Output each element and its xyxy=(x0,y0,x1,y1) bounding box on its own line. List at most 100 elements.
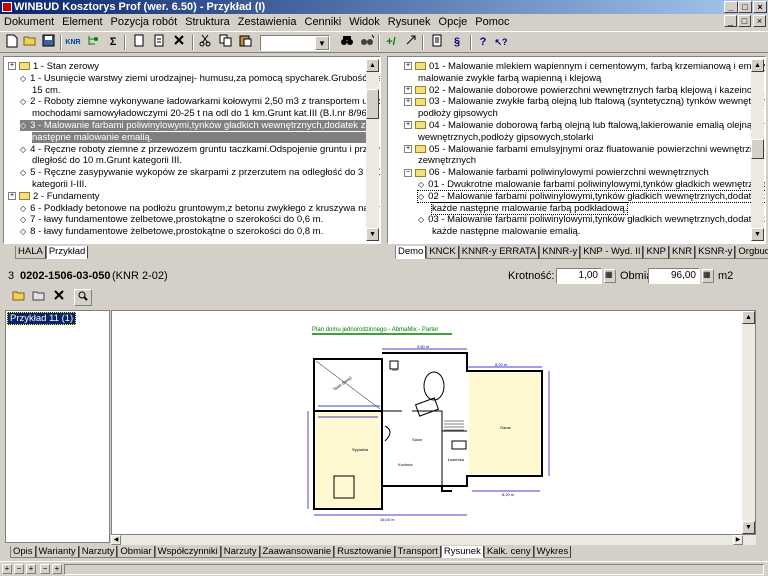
menu-dokument[interactable]: Dokument xyxy=(0,14,58,30)
chevron-down-icon[interactable]: ▼ xyxy=(315,36,329,50)
paragraph-icon[interactable]: § xyxy=(448,34,466,51)
tree-row[interactable]: 15 cm. xyxy=(32,85,61,96)
scroll-up-icon[interactable]: ▲ xyxy=(366,59,379,72)
tree-row[interactable]: wewnętrznych,podłoży gipsowych,stolarki xyxy=(418,132,593,143)
scroll-down-icon[interactable]: ▼ xyxy=(751,228,764,241)
tab-kalk-ceny[interactable]: Kalk. ceny xyxy=(483,546,534,558)
copy-icon[interactable] xyxy=(216,34,234,51)
left-vertical-scrollbar[interactable]: ▲ ▼ xyxy=(366,59,379,241)
expand-icon[interactable]: + xyxy=(26,564,36,574)
tree-row[interactable]: ◇ 4 - Ręczne roboty ziemne z przewozem gr… xyxy=(20,144,380,155)
tab-zaawansowanie[interactable]: Zaawansowanie xyxy=(259,546,335,558)
tab-knp[interactable]: KNP xyxy=(643,246,670,259)
close-button[interactable]: × xyxy=(753,1,767,13)
tree-row[interactable]: każde następne malowanie farbą podkładow… xyxy=(430,201,629,215)
tab-transport[interactable]: Transport xyxy=(394,546,441,558)
expand-icon[interactable]: + xyxy=(8,192,16,201)
tree-row[interactable]: +04 - Malowanie doborową farbą olejną lu… xyxy=(404,120,765,131)
tree-row[interactable]: +03 - Malowanie zwykłe farbą olejną lub … xyxy=(404,96,765,107)
pin-icon[interactable] xyxy=(402,34,420,51)
mdi-restore-button[interactable]: □ xyxy=(738,15,751,27)
tree-row[interactable]: podłoży gipsowych xyxy=(418,108,498,119)
collapse-icon[interactable]: − xyxy=(14,564,24,574)
expand-icon[interactable]: + xyxy=(404,86,412,95)
context-help-icon[interactable]: ↖? xyxy=(492,34,510,51)
scroll-up-icon[interactable]: ▲ xyxy=(742,311,755,324)
tab-narzuty-2[interactable]: Narzuty xyxy=(220,546,260,558)
tree-structure-icon[interactable] xyxy=(84,34,102,51)
obmiar-field[interactable]: 96,00 xyxy=(648,268,700,284)
menu-cenniki[interactable]: Cenniki xyxy=(301,14,346,30)
expand-icon[interactable]: + xyxy=(404,145,412,154)
new-document-icon[interactable] xyxy=(3,34,21,51)
scroll-right-icon[interactable]: ▶ xyxy=(733,535,743,545)
tab-wspolczynniki[interactable]: Współczynniki xyxy=(154,546,221,558)
tree-row[interactable]: malowanie zwykłe farbą wapienną i klejow… xyxy=(418,73,601,84)
tree-row[interactable]: ◇ 7 - ławy fundamentowe żelbetowe,prostok… xyxy=(20,214,323,225)
tree-row[interactable]: mochodami samowyładowczymi 20-25 t na od… xyxy=(32,108,370,119)
copy-page-icon[interactable] xyxy=(130,34,148,51)
tree-row[interactable]: kategorii I-III. xyxy=(32,179,87,190)
tree-row[interactable]: ◇ 2 - Roboty ziemne wykonywane ładowarkam… xyxy=(20,96,380,107)
calc-icon[interactable]: ▦ xyxy=(702,269,714,283)
tree-row[interactable]: +05 - Malowanie farbami emulsyjnymi oraz… xyxy=(404,144,765,155)
tree-row[interactable]: ◇ 01 - Dwukrotne malowanie farbami poliwi… xyxy=(418,179,765,190)
tree-row[interactable]: +2 - Fundamenty xyxy=(8,191,100,202)
cut-scissors-icon[interactable] xyxy=(196,34,214,51)
tab-knr[interactable]: KNR xyxy=(669,246,696,259)
canvas-horizontal-scrollbar[interactable]: ◀ ▶ xyxy=(111,535,756,545)
tab-wykres[interactable]: Wykres xyxy=(533,546,572,558)
expand-icon[interactable]: + xyxy=(404,62,412,71)
tab-przyklad[interactable]: Przykład xyxy=(45,246,89,259)
expand-icon[interactable]: + xyxy=(2,564,12,574)
tree-row[interactable]: ◇ 8 - ławy fundamentowe żelbetowe,prostok… xyxy=(20,226,323,237)
tree-row[interactable]: ◇ 5 - Ręczne zasypywanie wykopów ze skarp… xyxy=(20,167,380,178)
save-disk-icon[interactable] xyxy=(39,34,57,51)
paste-clipboard-icon[interactable] xyxy=(236,34,254,51)
menu-pozycja-robot[interactable]: Pozycja robót xyxy=(107,14,182,30)
scroll-left-icon[interactable]: ◀ xyxy=(111,535,121,545)
tab-demo[interactable]: Demo xyxy=(395,246,427,259)
mdi-minimize-button[interactable]: _ xyxy=(724,15,737,27)
tree-row[interactable]: +02 - Malowanie doborowe powierzchni wew… xyxy=(404,85,764,96)
scroll-thumb[interactable] xyxy=(366,89,379,119)
tree-row[interactable]: ◇ 3 - Malowanie farbami poliwinylowymi,ty… xyxy=(20,120,380,131)
canvas-vertical-scrollbar[interactable]: ▲ ▼ xyxy=(742,311,755,534)
tab-rusztowanie[interactable]: Rusztowanie xyxy=(334,546,395,558)
tab-narzuty[interactable]: Narzuty xyxy=(78,546,118,558)
tab-obmiar[interactable]: Obmiar xyxy=(117,546,155,558)
tab-knck[interactable]: KNCK xyxy=(426,246,459,259)
mdi-close-button[interactable]: × xyxy=(753,15,766,27)
tree-row[interactable]: zewnętrznych xyxy=(418,155,476,166)
scroll-up-icon[interactable]: ▲ xyxy=(751,59,764,72)
menu-pomoc[interactable]: Pomoc xyxy=(471,14,513,30)
tree-row[interactable]: +1 - Stan zerowy xyxy=(8,61,99,72)
tree-row[interactable]: ◇ 1 - Usunięcie warstwy ziemi urodzajnej-… xyxy=(20,73,380,84)
menu-opcje[interactable]: Opcje xyxy=(435,14,472,30)
expand-icon[interactable]: + xyxy=(8,62,16,71)
tab-rysunek[interactable]: Rysunek xyxy=(440,546,484,558)
expand-icon[interactable]: + xyxy=(52,564,62,574)
expand-icon[interactable]: + xyxy=(404,121,412,130)
tree-row[interactable]: ◇ 6 - Podkłady betonowe na podłożu grunto… xyxy=(20,203,380,214)
tree-row[interactable]: − 06 - Malowanie farbami poliwinylowymi p… xyxy=(404,167,709,178)
tab-knp-wyd2[interactable]: KNP - Wyd. II xyxy=(580,246,644,259)
toolbar-combo[interactable]: ▼ xyxy=(260,35,330,51)
tree-row[interactable]: dległość do 10 m.Grunt kategorii III. xyxy=(32,155,182,166)
calc-icon[interactable]: ▦ xyxy=(604,269,616,283)
tab-opis[interactable]: Opis xyxy=(10,546,36,558)
delete-x-icon[interactable] xyxy=(50,289,68,306)
scroll-thumb[interactable] xyxy=(751,139,764,159)
find-binoculars-icon[interactable] xyxy=(338,34,356,51)
menu-widok[interactable]: Widok xyxy=(345,14,384,30)
tab-knnr[interactable]: KNNR-y xyxy=(539,246,581,259)
menu-rysunek[interactable]: Rysunek xyxy=(384,14,435,30)
list-item[interactable]: Przykład 11 (1) xyxy=(7,312,77,325)
tab-orgbud[interactable]: Orgbud xyxy=(735,246,768,259)
help-icon[interactable]: ? xyxy=(474,34,492,51)
knr-catalog-icon[interactable]: KNR xyxy=(64,34,82,51)
menu-element[interactable]: Element xyxy=(58,14,106,30)
tab-warianty[interactable]: Warianty xyxy=(35,546,79,558)
paste-page-icon[interactable] xyxy=(150,34,168,51)
menu-struktura[interactable]: Struktura xyxy=(181,14,234,30)
